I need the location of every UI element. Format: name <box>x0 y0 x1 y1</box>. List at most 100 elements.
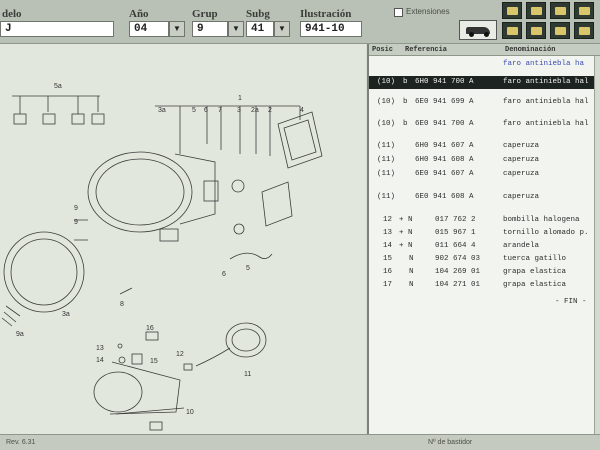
table-row[interactable]: 15 N 902 674 03 tuerca gatillo <box>369 253 600 266</box>
row-mark: + N <box>399 242 413 250</box>
lamp-housing <box>87 151 193 233</box>
socket-part <box>231 179 245 193</box>
connector-part <box>261 181 293 227</box>
info-icon[interactable] <box>550 22 570 39</box>
callout-label: 16 <box>146 325 154 332</box>
table-row[interactable]: (11) 6E0 941 608 A caperuza <box>369 191 600 204</box>
washer-14-part <box>118 356 126 364</box>
row-mark: + N <box>399 229 413 237</box>
table-row[interactable]: 14 + N 011 664 4 arandela <box>369 240 600 253</box>
row-ref: 6E0 941 608 A <box>415 193 474 201</box>
leader-line <box>19 96 99 114</box>
callout-label: 4 <box>300 107 304 114</box>
clip-part <box>91 113 105 125</box>
row-mark: b <box>403 78 408 86</box>
row-mark: b <box>403 98 408 106</box>
row-ref: 6H0 941 607 A <box>415 142 474 150</box>
row-desc: tuerca gatillo <box>503 255 567 263</box>
modelo-label: delo <box>2 8 22 20</box>
lamp-body <box>174 153 216 225</box>
table-row[interactable]: 12 + N 017 762 2 bombilla halogena <box>369 214 600 227</box>
extensiones-checkbox[interactable] <box>394 8 403 17</box>
clip-part <box>71 113 85 125</box>
row-pos: 15 <box>383 255 393 263</box>
vertical-scrollbar[interactable] <box>594 56 600 434</box>
fog-lamp-lens <box>93 371 143 413</box>
callout-label: 13 <box>96 345 104 352</box>
end-marker: - FIN - <box>555 298 587 306</box>
callout-label: 3 <box>237 107 241 114</box>
row-pos: (11) <box>377 156 396 164</box>
bulb-12-part <box>183 363 193 371</box>
cover-frame <box>277 111 323 169</box>
row-ref: 011 664 4 <box>435 242 476 250</box>
table-row[interactable]: (11) 6H0 941 607 A caperuza <box>369 140 600 153</box>
ano-field[interactable]: 04 <box>129 21 169 37</box>
parts-list-panel: Posic Referencia Denominación faro antin… <box>367 44 600 434</box>
row-desc: caperuza <box>503 193 540 201</box>
grup-dropdown-icon[interactable]: ▼ <box>228 21 244 37</box>
callout-label: 1 <box>238 95 242 102</box>
car-wheel-icon <box>469 32 474 37</box>
table-row[interactable]: (11) 6E0 941 607 A caperuza <box>369 168 600 181</box>
row-pos: (10) <box>377 78 396 86</box>
subg-dropdown-icon[interactable]: ▼ <box>274 21 290 37</box>
callout-label: 11 <box>244 371 251 378</box>
ilustracion-label: Ilustración <box>300 8 352 20</box>
row-pos: 12 <box>383 216 393 224</box>
table-row[interactable]: (10) b 6E0 941 700 A faro antiniebla hal <box>369 118 600 131</box>
row-desc: faro antiniebla hal <box>503 98 589 106</box>
toolbar: delo J Año 04 ▼ Grup 9 ▼ Subg 41 ▼ Ilust… <box>0 0 600 44</box>
fog-lamp-housing <box>109 361 181 415</box>
table-row[interactable]: (11) 6H0 941 608 A caperuza <box>369 154 600 167</box>
table-row[interactable]: (10) b 6H0 941 700 A faro antiniebla hal <box>369 76 600 89</box>
row-ref: 104 271 01 <box>435 281 481 289</box>
ilustracion-field[interactable]: 941-10 <box>300 21 362 37</box>
cap-part <box>233 223 245 235</box>
ano-dropdown-icon[interactable]: ▼ <box>169 21 185 37</box>
table-row[interactable]: 13 + N 015 967 1 tornillo alomado p. <box>369 227 600 240</box>
nav-last-icon[interactable] <box>574 2 594 19</box>
row-mark: + N <box>399 216 413 224</box>
parts-diagram[interactable]: 5a 1 3a 5 6 7 3 2a 2 4 9 9 8 9a 3a 6 5 1… <box>0 44 366 434</box>
table-row[interactable]: 17 N 104 271 01 grapa elastica <box>369 279 600 292</box>
callout-label: 6 <box>204 107 208 114</box>
wire-part <box>195 347 231 367</box>
modelo-field[interactable]: J <box>0 21 114 37</box>
row-pos: (11) <box>377 170 396 178</box>
table-row[interactable]: 16 N 104 269 01 grapa elastica <box>369 266 600 279</box>
callout-label: 5a <box>54 83 62 90</box>
zoom-icon[interactable] <box>526 22 546 39</box>
exit-icon[interactable] <box>574 22 594 39</box>
row-desc: arandela <box>503 242 540 250</box>
nav-next-icon[interactable] <box>550 2 570 19</box>
cover-frame-inner <box>283 119 317 161</box>
end-marker-row: - FIN - <box>369 296 600 309</box>
row-pos: (10) <box>377 98 396 106</box>
grup-field[interactable]: 9 <box>192 21 228 37</box>
cap-11-inner <box>231 328 261 352</box>
row-pos: 16 <box>383 268 393 276</box>
nav-prev-icon[interactable] <box>526 2 546 19</box>
row-ref: 015 967 1 <box>435 229 476 237</box>
callout-label: 14 <box>96 357 104 364</box>
header-referencia: Referencia <box>405 46 448 54</box>
header-posic: Posic <box>372 46 394 54</box>
subg-field[interactable]: 41 <box>246 21 274 37</box>
callout-label: 3a <box>62 311 70 318</box>
row-ref: 6E0 941 607 A <box>415 170 474 178</box>
screw-13-part <box>117 343 123 349</box>
callout-label: 12 <box>176 351 184 358</box>
row-mark: b <box>403 120 408 128</box>
nav-first-icon[interactable] <box>502 2 522 19</box>
trim-ring-inner <box>10 238 78 306</box>
exploded-view-svg: 5a 1 3a 5 6 7 3 2a 2 4 9 9 8 9a 3a 6 5 1… <box>1 83 323 431</box>
table-row[interactable]: (10) b 6E0 941 699 A faro antiniebla hal <box>369 96 600 109</box>
car-icon[interactable] <box>459 20 497 40</box>
print-icon[interactable] <box>502 22 522 39</box>
ano-label: Año <box>129 8 149 20</box>
row-ref: 6E0 941 699 A <box>415 98 474 106</box>
row-pos: 13 <box>383 229 393 237</box>
clip-part <box>42 113 56 125</box>
grup-label: Grup <box>192 8 218 20</box>
